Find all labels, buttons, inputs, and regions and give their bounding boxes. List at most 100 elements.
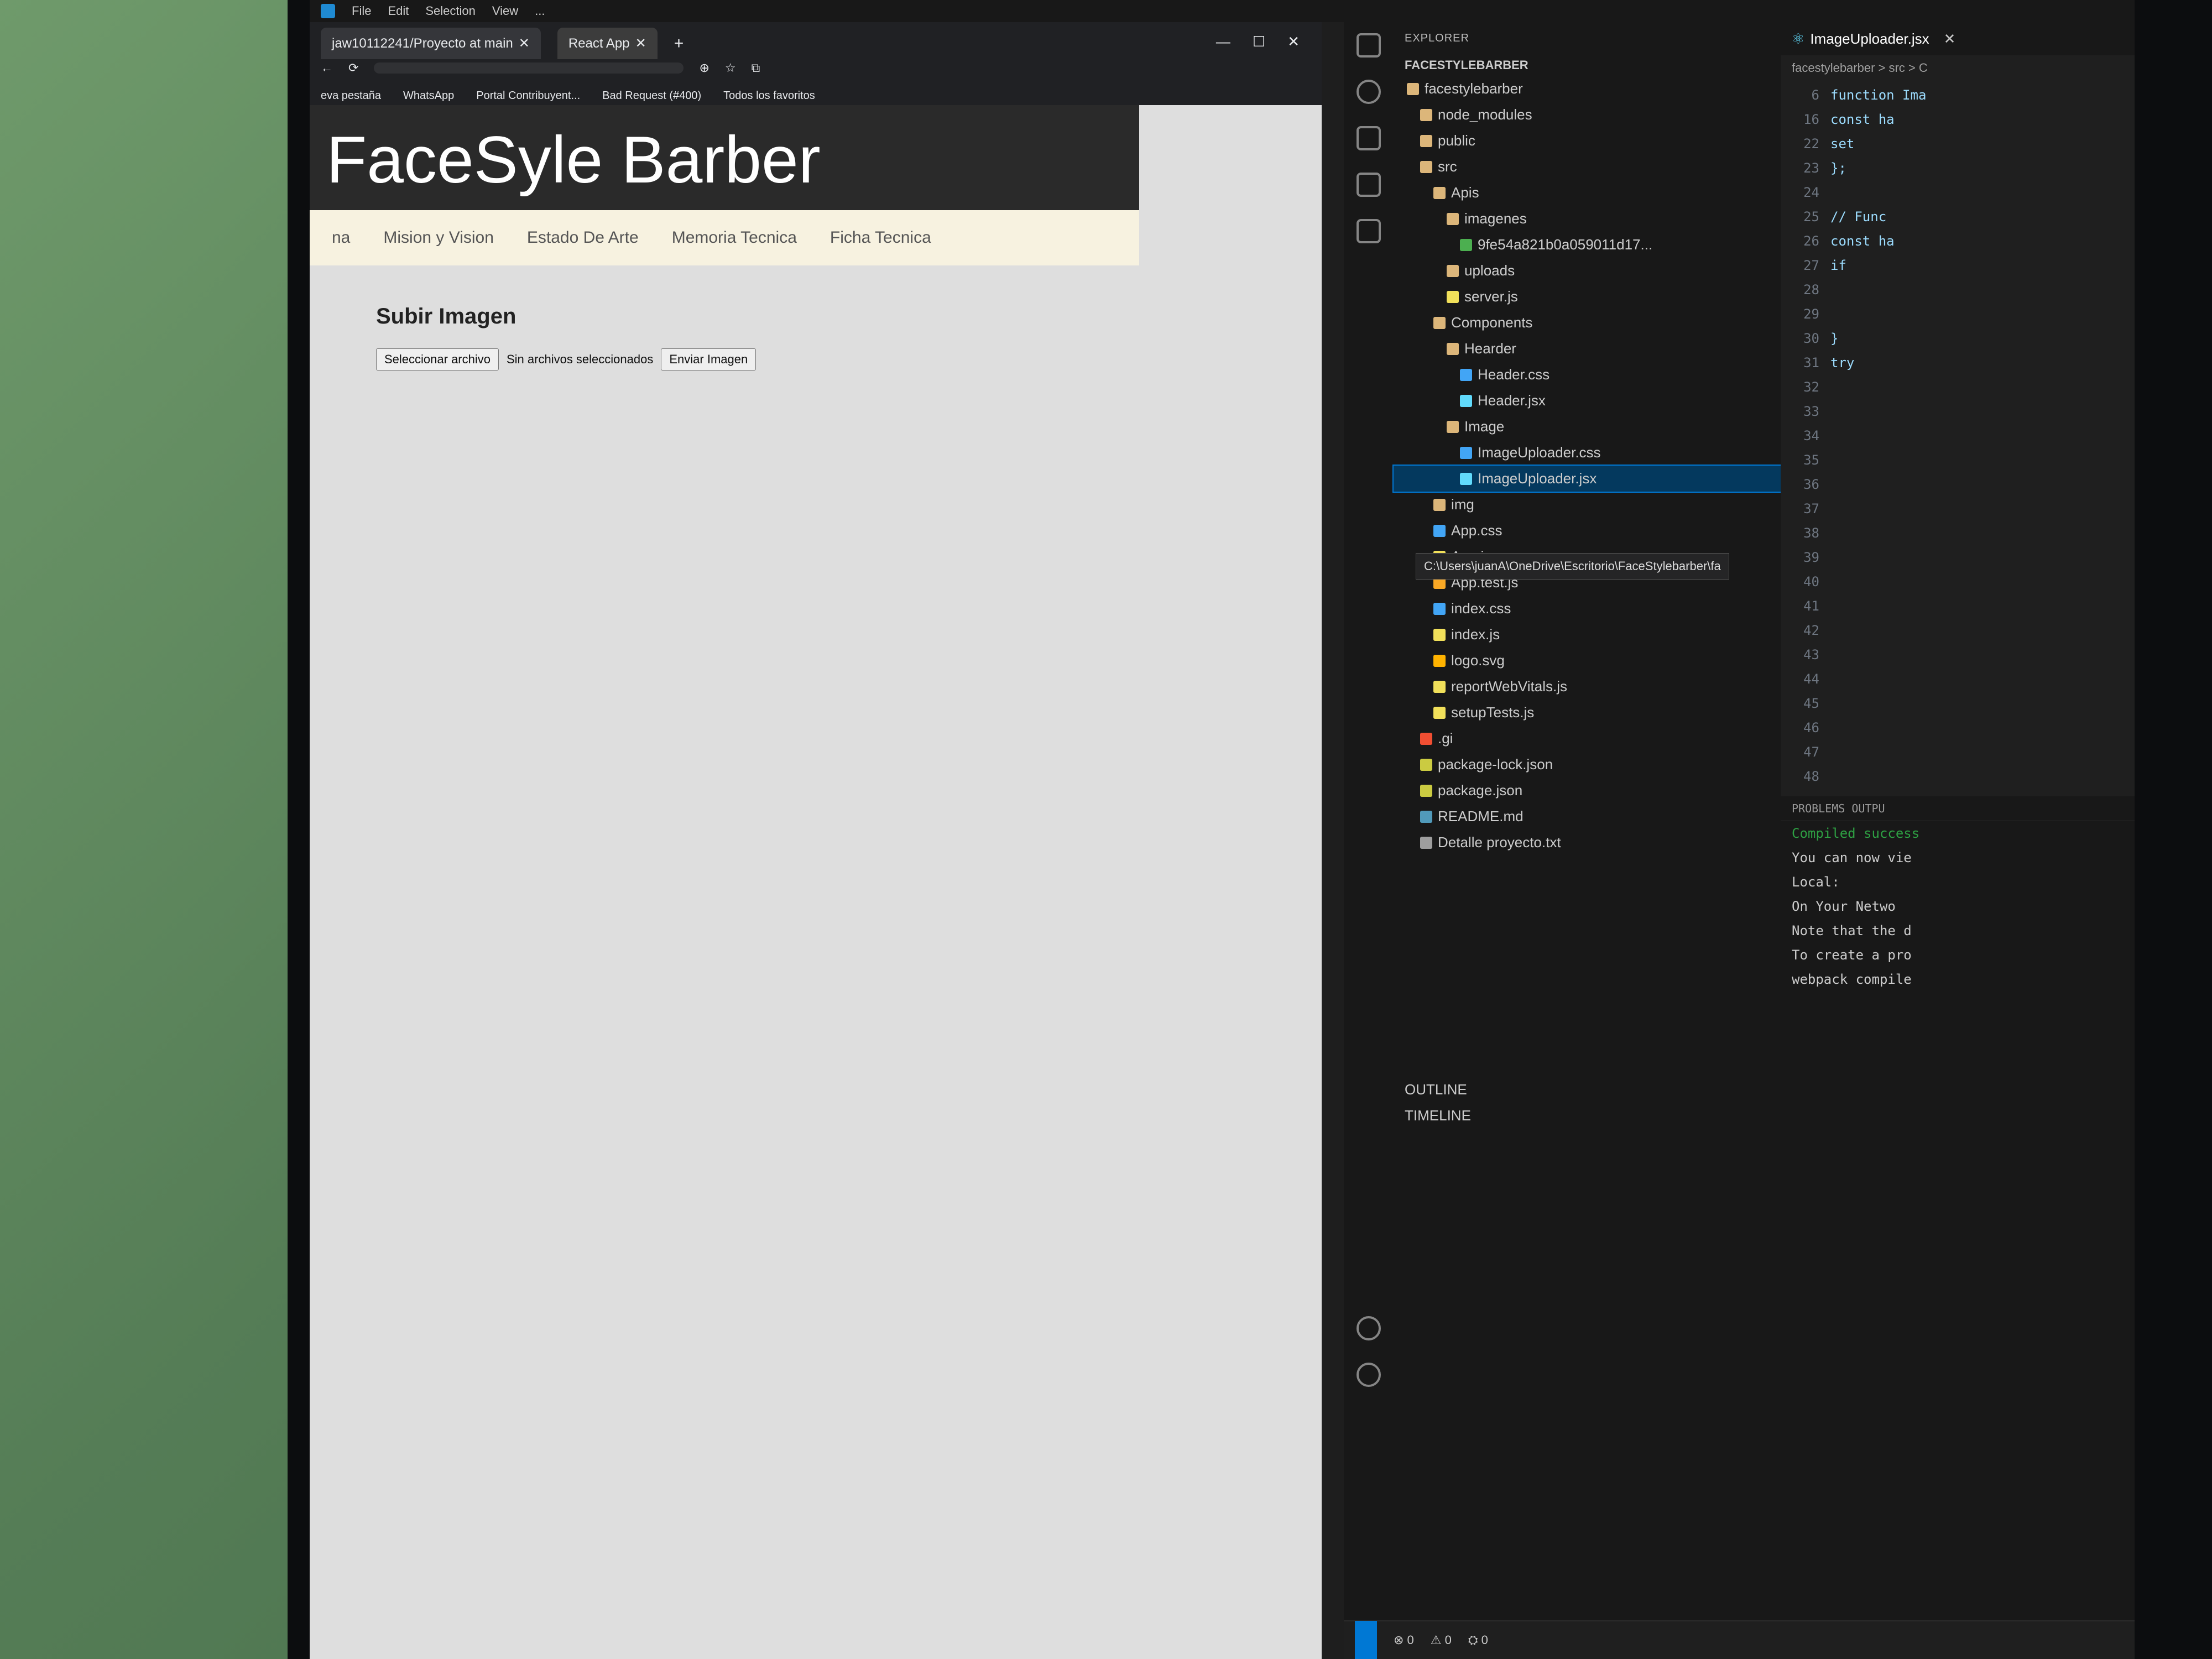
tree-item[interactable]: index.css xyxy=(1394,596,1781,622)
code-editor: ⚛ ImageUploader.jsx ✕ facestylebarber > … xyxy=(1781,22,2135,796)
bookmark-item[interactable]: Todos los favoritos xyxy=(723,90,815,102)
bookmark-item[interactable]: eva pestaña xyxy=(321,90,381,102)
tree-item[interactable]: Image xyxy=(1394,414,1781,440)
address-bar[interactable] xyxy=(374,62,684,74)
tree-item[interactable]: Header.jsx xyxy=(1394,388,1781,414)
manage-gear-icon[interactable] xyxy=(1357,1363,1381,1387)
warning-count[interactable]: ⚠ 0 xyxy=(1431,1633,1452,1647)
line-code: const ha xyxy=(1830,233,1895,249)
new-tab-button[interactable]: + xyxy=(674,34,684,53)
tab-close-icon[interactable]: ✕ xyxy=(1944,30,1956,48)
tree-item[interactable]: 9fe54a821b0a059011d17... xyxy=(1394,232,1781,258)
ports-count[interactable]: ⛭ 0 xyxy=(1468,1633,1488,1647)
tree-item[interactable]: README.md xyxy=(1394,804,1781,830)
panel-tabs[interactable]: PROBLEMS OUTPU xyxy=(1781,796,2135,821)
tree-item[interactable]: public xyxy=(1394,128,1781,154)
tree-item-label: src xyxy=(1438,158,1457,175)
tree-item[interactable]: Detalle proyecto.txt xyxy=(1394,830,1781,855)
tree-item[interactable]: Components xyxy=(1394,310,1781,336)
terminal-line: Compiled success xyxy=(1792,826,1920,841)
terminal-panel[interactable]: PROBLEMS OUTPU Compiled success You can n… xyxy=(1781,796,2135,1659)
file-icon xyxy=(1420,836,1432,849)
menu-item[interactable]: Selection xyxy=(425,4,476,18)
menu-item[interactable]: View xyxy=(492,4,518,18)
line-number: 31 xyxy=(1803,355,1819,371)
file-icon xyxy=(1433,680,1446,693)
bookmark-item[interactable]: WhatsApp xyxy=(403,90,454,102)
tree-item-label: index.js xyxy=(1451,626,1500,643)
code-line: 23 }; xyxy=(1781,156,2135,180)
menu-item[interactable]: ... xyxy=(535,4,545,18)
site-title: FaceSyle Barber xyxy=(326,123,821,197)
tree-item[interactable]: .gi xyxy=(1394,726,1781,752)
star-icon[interactable]: ☆ xyxy=(725,61,736,75)
search-icon[interactable] xyxy=(1357,80,1381,104)
code-line: 39 xyxy=(1781,545,2135,570)
tree-item[interactable]: server.js xyxy=(1394,284,1781,310)
tree-item-label: 9fe54a821b0a059011d17... xyxy=(1478,236,1653,253)
source-control-icon[interactable] xyxy=(1357,126,1381,150)
site-nav-link[interactable]: Mision y Vision xyxy=(383,228,494,247)
error-count[interactable]: ⊗ 0 xyxy=(1394,1633,1414,1647)
site-nav-link[interactable]: Estado De Arte xyxy=(527,228,639,247)
editor-tab[interactable]: ⚛ ImageUploader.jsx ✕ xyxy=(1781,22,2135,55)
reload-icon[interactable]: ⟳ xyxy=(348,61,358,75)
tree-item[interactable]: img xyxy=(1394,492,1781,518)
menu-item[interactable]: File xyxy=(352,4,371,18)
browser-tab[interactable]: jaw10112241/Proyecto at main ✕ xyxy=(321,28,541,59)
site-nav-link[interactable]: Ficha Tecnica xyxy=(830,228,931,247)
tree-item[interactable]: package.json xyxy=(1394,778,1781,804)
line-number: 27 xyxy=(1803,258,1819,273)
tree-item[interactable]: Header.css xyxy=(1394,362,1781,388)
bookmark-item[interactable]: Bad Request (#400) xyxy=(602,90,701,102)
tree-item[interactable]: logo.svg xyxy=(1394,648,1781,674)
maximize-icon[interactable]: ☐ xyxy=(1253,33,1265,50)
tree-item[interactable]: imagenes xyxy=(1394,206,1781,232)
close-icon[interactable]: ✕ xyxy=(1287,33,1300,50)
site-nav: na Mision y Vision Estado De Arte Memoria T… xyxy=(310,210,1139,265)
code-lines[interactable]: 6 function Ima 16 const ha 22 set 23 }; 24 25 … xyxy=(1781,83,2135,789)
tab-close-icon[interactable]: ✕ xyxy=(635,35,646,51)
account-icon[interactable] xyxy=(1357,1316,1381,1340)
site-nav-link[interactable]: na xyxy=(332,228,350,247)
back-icon[interactable]: ← xyxy=(321,61,333,75)
tree-item[interactable]: uploads xyxy=(1394,258,1781,284)
outline-section[interactable]: OUTLINE xyxy=(1394,1077,1781,1103)
tree-item[interactable]: ImageUploader.css xyxy=(1394,440,1781,466)
tab-close-icon[interactable]: ✕ xyxy=(519,35,530,51)
bookmark-item[interactable]: Portal Contribuyent... xyxy=(476,90,580,102)
breadcrumb[interactable]: facestylebarber > src > C xyxy=(1792,61,1928,75)
tree-item[interactable]: setupTests.js xyxy=(1394,700,1781,726)
choose-file-button[interactable]: Seleccionar archivo xyxy=(376,348,499,371)
site-nav-link[interactable]: Memoria Tecnica xyxy=(672,228,797,247)
explorer-icon[interactable] xyxy=(1357,33,1381,58)
minimize-icon[interactable]: — xyxy=(1216,33,1230,50)
tree-item[interactable]: Apis xyxy=(1394,180,1781,206)
tree-item[interactable]: App.css xyxy=(1394,518,1781,544)
menu-item[interactable]: Edit xyxy=(388,4,409,18)
tree-item[interactable]: src xyxy=(1394,154,1781,180)
line-number: 45 xyxy=(1803,696,1819,711)
extensions-view-icon[interactable] xyxy=(1357,219,1381,243)
submit-image-button[interactable]: Enviar Imagen xyxy=(661,348,757,371)
tree-item[interactable]: index.js xyxy=(1394,622,1781,648)
tree-item[interactable]: package-lock.json xyxy=(1394,752,1781,778)
browser-tab[interactable]: React App ✕ xyxy=(557,28,658,59)
timeline-section[interactable]: TIMELINE xyxy=(1394,1103,1781,1129)
extensions-icon[interactable]: ⧉ xyxy=(752,61,760,75)
code-line: 48 xyxy=(1781,764,2135,789)
workspace-root[interactable]: FACESTYLEBARBER xyxy=(1394,55,1781,76)
line-number: 37 xyxy=(1803,501,1819,517)
tree-item[interactable]: node_modules xyxy=(1394,102,1781,128)
code-line: 38 xyxy=(1781,521,2135,545)
tree-item[interactable]: ImageUploader.jsx xyxy=(1392,465,1782,493)
tree-item[interactable]: facestylebarber xyxy=(1394,76,1781,102)
remote-indicator[interactable] xyxy=(1355,1621,1377,1659)
zoom-icon[interactable]: ⊕ xyxy=(699,61,709,75)
run-debug-icon[interactable] xyxy=(1357,173,1381,197)
tree-item[interactable]: reportWebVitals.js xyxy=(1394,674,1781,700)
file-icon xyxy=(1433,654,1446,667)
line-number: 40 xyxy=(1803,574,1819,589)
tree-item[interactable]: Hearder xyxy=(1394,336,1781,362)
file-icon xyxy=(1433,602,1446,615)
